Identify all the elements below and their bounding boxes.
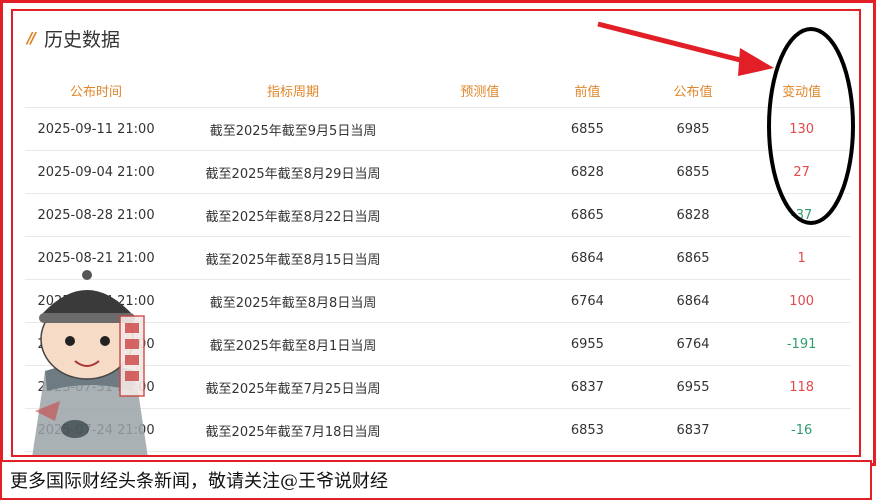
- cell-period: 截至2025年截至7月11日当周: [167, 451, 419, 455]
- panel-header: // 历史数据: [27, 25, 120, 51]
- cell-forecast: [418, 451, 541, 455]
- cell-change: -16: [752, 408, 851, 452]
- cell-period: 截至2025年截至8月1日当周: [167, 322, 419, 366]
- cell-time: 2025-09-11 21:00: [25, 107, 168, 151]
- col-period: 指标周期: [267, 84, 320, 100]
- cell-time: 2025-09-04 21:00: [25, 150, 168, 194]
- cell-change: -37: [752, 193, 851, 237]
- col-change: 变动值: [782, 84, 822, 100]
- cell-forecast: [418, 150, 541, 194]
- cell-change: 27: [752, 150, 851, 194]
- cell-previous: 6955: [540, 322, 634, 366]
- cell-time: 2025-08-28 21:00: [25, 193, 168, 237]
- cell-previous: 6764: [540, 279, 634, 323]
- cell-actual: 6865: [633, 236, 753, 280]
- cell-previous: 6828: [540, 150, 634, 194]
- cell-period: 截至2025年截至8月29日当周: [167, 150, 419, 194]
- cell-change: 118: [752, 365, 851, 409]
- col-release-time: 公布时间: [70, 84, 123, 100]
- mascot-illustration: [32, 270, 148, 455]
- table-row: 2025-09-04 21:00 截至2025年截至8月29日当周 6828 6855…: [25, 150, 851, 194]
- col-actual: 公布值: [673, 84, 713, 100]
- cell-previous: 6865: [540, 193, 634, 237]
- cell-forecast: [418, 107, 541, 151]
- cell-forecast: [418, 365, 541, 409]
- cell-period: 截至2025年截至8月8日当周: [167, 279, 419, 323]
- cell-actual: 6853: [633, 451, 753, 455]
- cell-previous: 6853: [540, 408, 634, 452]
- cell-actual: 6955: [633, 365, 753, 409]
- cell-period: 截至2025年截至8月22日当周: [167, 193, 419, 237]
- cell-change: -53: [752, 451, 851, 455]
- cell-change: 1: [752, 236, 851, 280]
- table-row: 2025-09-11 21:00 截至2025年截至9月5日当周 6855 6985 1…: [25, 107, 851, 151]
- cell-change: -191: [752, 322, 851, 366]
- cell-actual: 6855: [633, 150, 753, 194]
- cell-previous: 6855: [540, 107, 634, 151]
- screenshot-frame: // 历史数据 公布时间 指标周期 预测值 前值 公布值 变动值 2025-09…: [0, 0, 876, 466]
- table-header-row: 公布时间 指标周期 预测值 前值 公布值 变动值: [25, 73, 851, 108]
- cell-actual: 6864: [633, 279, 753, 323]
- cell-period: 截至2025年截至9月5日当周: [167, 107, 419, 151]
- cell-actual: 6837: [633, 408, 753, 452]
- cell-actual: 6764: [633, 322, 753, 366]
- table-row: 2025-08-28 21:00 截至2025年截至8月22日当周 6865 6828…: [25, 193, 851, 237]
- footer-banner: 更多国际财经头条新闻，敬请关注@王爷说财经: [0, 460, 872, 500]
- col-previous: 前值: [574, 84, 601, 100]
- cell-previous: 6837: [540, 365, 634, 409]
- cell-previous: 6864: [540, 236, 634, 280]
- cell-forecast: [418, 408, 541, 452]
- title-mark-icon: //: [27, 29, 36, 47]
- cell-change: 100: [752, 279, 851, 323]
- footer-text: 更多国际财经头条新闻，敬请关注@王爷说财经: [10, 471, 388, 492]
- cell-change: 130: [752, 107, 851, 151]
- cell-forecast: [418, 279, 541, 323]
- cell-forecast: [418, 236, 541, 280]
- cell-period: 截至2025年截至7月18日当周: [167, 408, 419, 452]
- panel-title: 历史数据: [43, 28, 120, 51]
- cell-actual: 6828: [633, 193, 753, 237]
- cell-actual: 6985: [633, 107, 753, 151]
- col-forecast: 预测值: [460, 84, 500, 100]
- cell-period: 截至2025年截至7月25日当周: [167, 365, 419, 409]
- cell-period: 截至2025年截至8月15日当周: [167, 236, 419, 280]
- cell-forecast: [418, 193, 541, 237]
- history-panel: // 历史数据 公布时间 指标周期 预测值 前值 公布值 变动值 2025-09…: [11, 9, 861, 457]
- cell-forecast: [418, 322, 541, 366]
- cell-previous: 6906: [540, 451, 634, 455]
